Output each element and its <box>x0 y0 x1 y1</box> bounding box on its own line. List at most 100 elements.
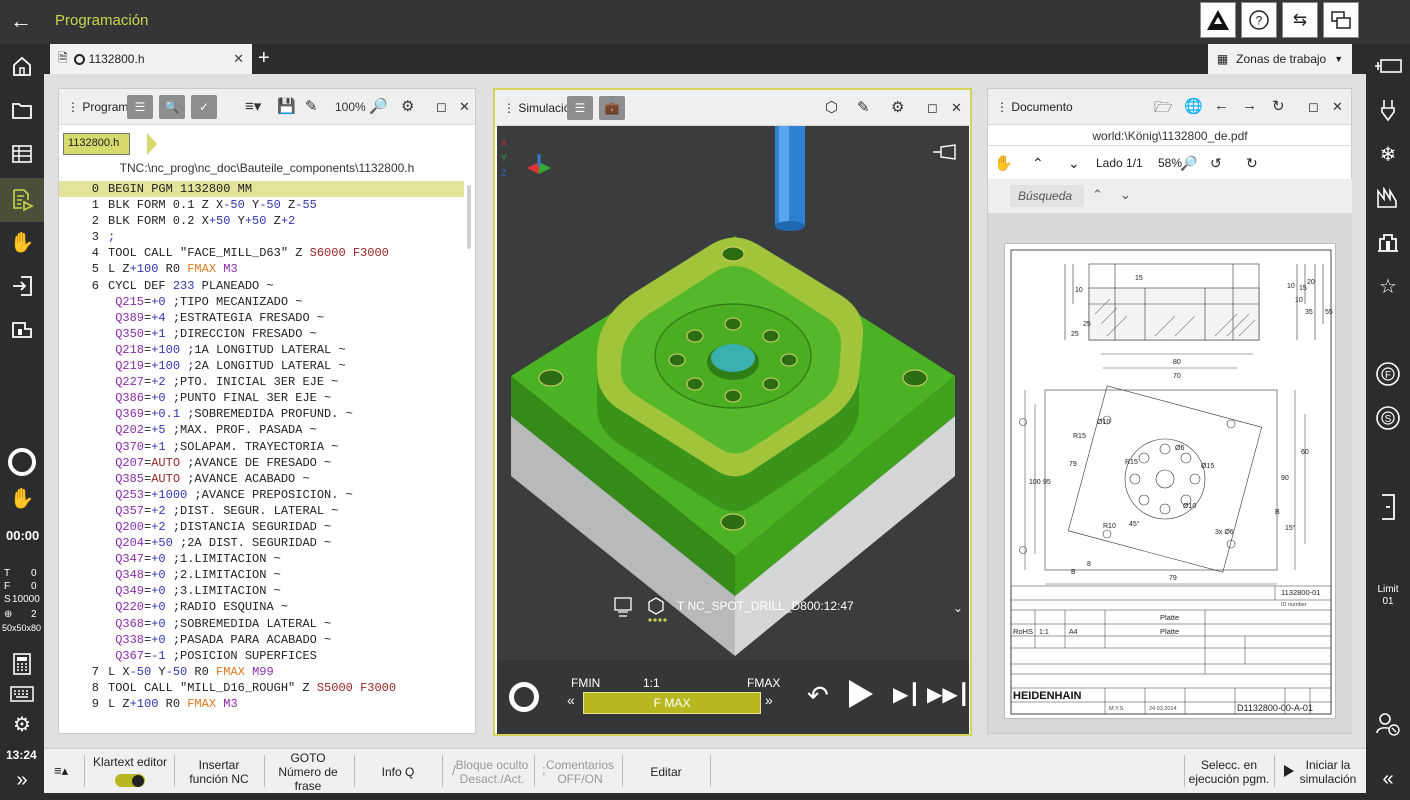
code-line[interactable]: 5 L Z+100 R0 FMAX M3 <box>59 261 464 277</box>
sim-close-icon[interactable]: ✕ <box>951 100 962 116</box>
maximize-icon[interactable]: ◻ <box>436 99 447 115</box>
nc-code-editor[interactable]: 0 BEGIN PGM 1132800 MM 1 BLK FORM 0.1 Z X-5… <box>59 181 464 712</box>
code-line[interactable]: Q227=+2 ;PTO. INICIAL 3ER EJE ~ <box>59 374 464 390</box>
windows-icon[interactable] <box>1323 2 1359 38</box>
code-line[interactable]: Q215=+0 ;TIPO MECANIZADO ~ <box>59 294 464 310</box>
fixture-icon[interactable] <box>1366 222 1410 262</box>
code-line[interactable]: Q207=AUTO ;AVANCE DE FRESADO ~ <box>59 455 464 471</box>
code-line[interactable]: 2 BLK FORM 0.2 X+50 Y+50 Z+2 <box>59 213 464 229</box>
list-view-button[interactable]: ☰ <box>127 95 153 119</box>
goto-button[interactable]: GOTO Número de frase <box>266 751 350 793</box>
doc-maximize-icon[interactable]: ◻ <box>1308 99 1319 115</box>
editor-icon[interactable] <box>0 178 44 222</box>
star-icon[interactable]: ☆ <box>1366 266 1410 306</box>
search-next-icon[interactable]: ⌄ <box>1120 187 1131 203</box>
code-line[interactable]: Q219=+100 ;2A LONGITUD LATERAL ~ <box>59 358 464 374</box>
code-line[interactable]: 4 TOOL CALL "FACE_MILL_D63" Z S6000 F3000 <box>59 245 464 261</box>
start-simulation-button[interactable]: Iniciar la simulación <box>1278 753 1364 791</box>
code-line[interactable]: Q357=+2 ;DIST. SEGUR. LATERAL ~ <box>59 503 464 519</box>
workzones-dropdown[interactable]: ▦ Zonas de trabajo ▼ <box>1208 44 1352 74</box>
run-icon[interactable] <box>0 266 44 306</box>
warning-triangle-icon[interactable] <box>1200 2 1236 38</box>
play-icon[interactable] <box>849 680 873 708</box>
pan-hand-icon[interactable]: ✋ <box>994 154 1013 172</box>
code-line[interactable]: 3; <box>59 229 464 245</box>
klartext-editor-toggle[interactable]: Klartext editor <box>90 749 170 787</box>
slow-down-icon[interactable]: « <box>567 692 575 708</box>
hide-block-button[interactable]: / Bloque oculto Desact./Act. <box>450 753 534 791</box>
expand-icon[interactable]: » <box>0 760 44 800</box>
code-line[interactable]: Q349=+0 ;3.LIMITACION ~ <box>59 583 464 599</box>
code-line[interactable]: 1 BLK FORM 0.1 Z X-50 Y-50 Z-55 <box>59 197 464 213</box>
reset-icon[interactable]: ↶ <box>807 680 829 711</box>
single-step-icon[interactable]: ▶┃ <box>893 682 920 707</box>
cube-view-icon[interactable]: ⬡ <box>825 98 838 116</box>
code-line[interactable]: Q369=+0.1 ;SOBREMEDIDA PROFUND. ~ <box>59 406 464 422</box>
folder-icon[interactable] <box>0 90 44 130</box>
edit-doc-icon[interactable]: ✎ <box>305 97 318 115</box>
comments-button[interactable]: ; Comentarios OFF/ON <box>540 753 620 791</box>
code-line[interactable]: Q218=+100 ;1A LONGITUD LATERAL ~ <box>59 342 464 358</box>
klartext-switch[interactable] <box>115 774 145 787</box>
nav-forward-icon[interactable]: → <box>1242 97 1257 114</box>
sim-edit-icon[interactable]: ✎ <box>857 98 870 116</box>
simulation-viewport[interactable]: X Y Z T NC_SPOT_DRILL_D8 00:12:47 ⌄ <box>497 126 969 660</box>
transfer-icon[interactable]: ⇆ <box>1282 2 1318 38</box>
page-down-icon[interactable]: ⌄ <box>1068 155 1080 172</box>
chip-icon[interactable] <box>1366 178 1410 218</box>
table-icon[interactable] <box>0 134 44 174</box>
code-line[interactable]: Q368=+0 ;SOBREMEDIDA LATERAL ~ <box>59 616 464 632</box>
machine-icon[interactable] <box>0 310 44 350</box>
open-folder-icon[interactable]: 🗁 <box>1154 97 1173 122</box>
document-viewer[interactable]: 1132800-01 ID number Platte Platte RoHS … <box>988 213 1352 733</box>
code-line[interactable]: Q348=+0 ;2.LIMITACION ~ <box>59 567 464 583</box>
close-icon[interactable]: ✕ <box>233 51 244 67</box>
code-line[interactable]: 6 CYCL DEF 233 PLANEADO ~ <box>59 278 464 294</box>
feed-slider[interactable]: F MAX <box>583 692 761 714</box>
coolant-icon[interactable]: ❄ <box>1366 134 1410 174</box>
sim-maximize-icon[interactable]: ◻ <box>927 100 938 116</box>
help-icon[interactable]: ? <box>1241 2 1277 38</box>
door-icon[interactable] <box>1366 487 1410 527</box>
sim-toolbox-button[interactable]: 💼 <box>599 96 625 120</box>
rotate-right-icon[interactable]: ↻ <box>1246 155 1258 172</box>
code-line[interactable]: Q338=+0 ;PASADA PARA ACABADO ~ <box>59 632 464 648</box>
settings-gear-icon[interactable]: ⚙ <box>0 704 44 744</box>
code-line[interactable]: 9 L Z+100 R0 FMAX M3 <box>59 696 464 712</box>
menu-dropdown-icon[interactable]: ≡▾ <box>245 97 261 115</box>
tool-icon[interactable] <box>1366 90 1410 130</box>
zoom-icon[interactable]: 🔎 <box>369 97 388 115</box>
back-arrow-icon[interactable]: ← <box>10 8 36 34</box>
add-tab-icon[interactable]: + <box>258 47 270 70</box>
feed-override-icon[interactable]: F <box>1366 354 1410 394</box>
code-line[interactable]: Q385=AUTO ;AVANCE ACABADO ~ <box>59 471 464 487</box>
tab-program[interactable]: 🗎 1132800.h ✕ <box>50 44 252 74</box>
doc-search-input[interactable]: Búsqueda <box>1010 185 1084 207</box>
fast-forward-icon[interactable]: ▶▶┃ <box>927 682 970 707</box>
search-button[interactable]: 🔍 <box>159 95 185 119</box>
code-line[interactable]: Q202=+5 ;MAX. PROF. PASADA ~ <box>59 422 464 438</box>
home-icon[interactable] <box>0 46 44 86</box>
code-line[interactable]: Q204=+50 ;2A DIST. SEGURIDAD ~ <box>59 535 464 551</box>
search-prev-icon[interactable]: ⌃ <box>1092 187 1103 203</box>
sim-settings-icon[interactable]: ⚙ <box>891 98 904 116</box>
doc-zoom-icon[interactable]: 🔎 <box>1180 155 1197 172</box>
insert-nc-function-button[interactable]: Insertar función NC <box>178 753 260 791</box>
hand-icon[interactable]: ✋ <box>0 222 44 262</box>
code-line[interactable]: Q200=+2 ;DISTANCIA SEGURIDAD ~ <box>59 519 464 535</box>
spindle-icon[interactable] <box>1366 46 1410 86</box>
code-line[interactable]: Q220=+0 ;RADIO ESQUINA ~ <box>59 599 464 615</box>
code-line[interactable]: Q253=+1000 ;AVANCE PREPOSICION. ~ <box>59 487 464 503</box>
code-line[interactable]: Q350=+1 ;DIRECCION FRESADO ~ <box>59 326 464 342</box>
select-in-program-run-button[interactable]: Selecc. en ejecución pgm. <box>1186 753 1272 791</box>
info-q-button[interactable]: Info Q <box>358 753 438 791</box>
globe-icon[interactable]: 🌐 <box>1184 97 1203 115</box>
code-line[interactable]: Q386=+0 ;PUNTO FINAL 3ER EJE ~ <box>59 390 464 406</box>
stop-circle-icon[interactable] <box>509 682 539 712</box>
bottom-menu-icon[interactable]: ≡▴ <box>54 763 68 779</box>
doc-close-icon[interactable]: ✕ <box>1332 99 1343 115</box>
sim-list-button[interactable]: ☰ <box>567 96 593 120</box>
user-icon[interactable] <box>1366 704 1410 744</box>
code-line[interactable]: Q347=+0 ;1.LIMITACION ~ <box>59 551 464 567</box>
doc-url[interactable]: world:\König\1132800_de.pdf <box>988 126 1352 146</box>
